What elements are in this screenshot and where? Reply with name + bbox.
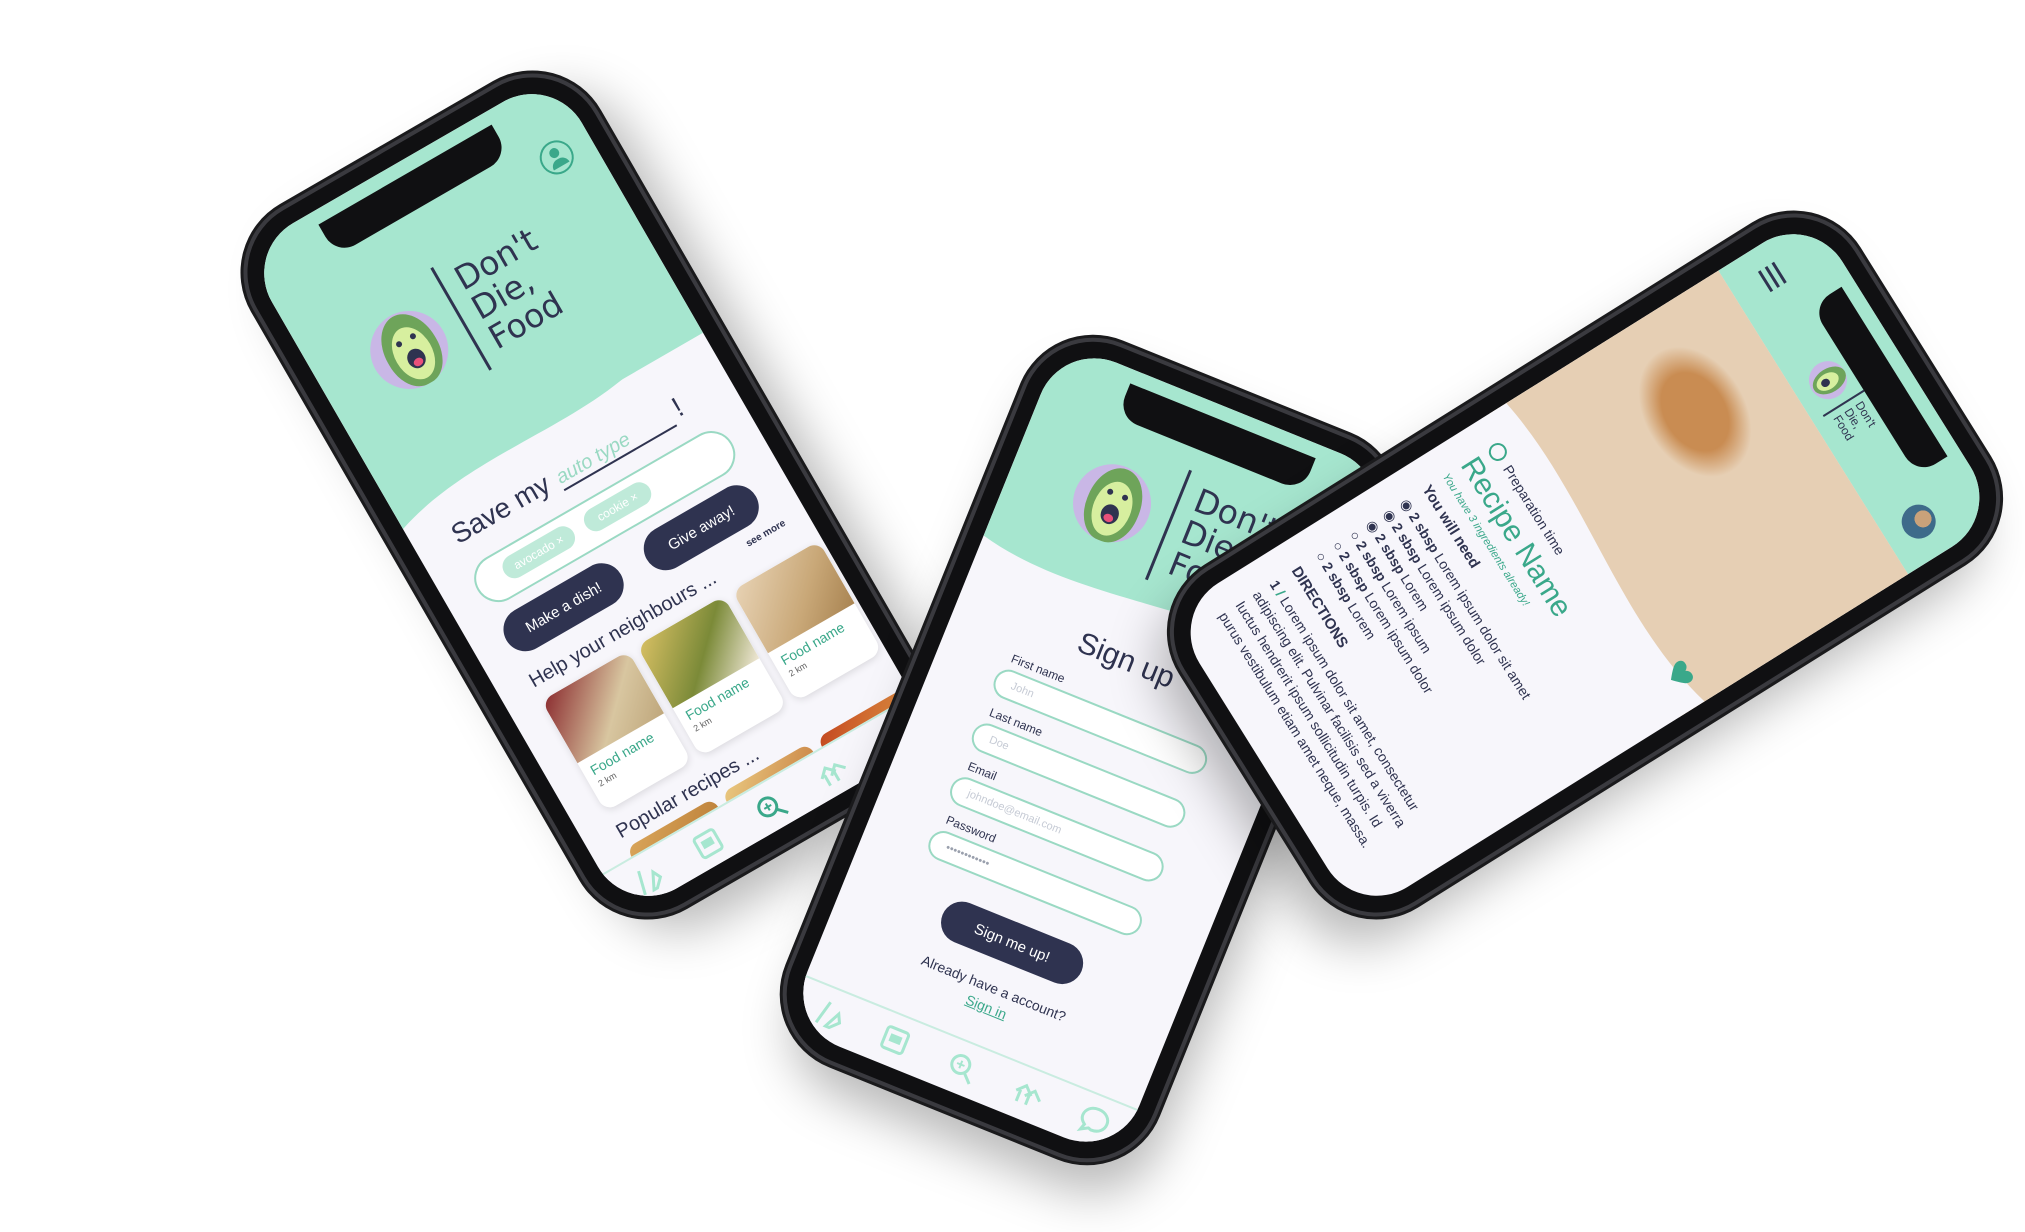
- neighbours-icon[interactable]: [809, 749, 855, 795]
- neighbours-icon[interactable]: [1006, 1072, 1050, 1116]
- fridge-icon[interactable]: [623, 856, 669, 902]
- fridge-icon[interactable]: [807, 991, 851, 1035]
- search-icon[interactable]: [747, 784, 793, 830]
- search-icon[interactable]: [940, 1045, 984, 1089]
- phone-recipe: Don't Die, Food Preparation time Recipe …: [1146, 190, 2024, 940]
- chat-icon[interactable]: [1073, 1099, 1117, 1143]
- phone-home: Don't Die, Food Save my auto type ! avoc…: [221, 51, 959, 939]
- recipe-book-icon[interactable]: [873, 1018, 917, 1062]
- recipe-screen: Don't Die, Food Preparation time Recipe …: [1168, 212, 2002, 918]
- recipe-book-icon[interactable]: [685, 820, 731, 866]
- home-screen: Don't Die, Food Save my auto type ! avoc…: [242, 72, 938, 918]
